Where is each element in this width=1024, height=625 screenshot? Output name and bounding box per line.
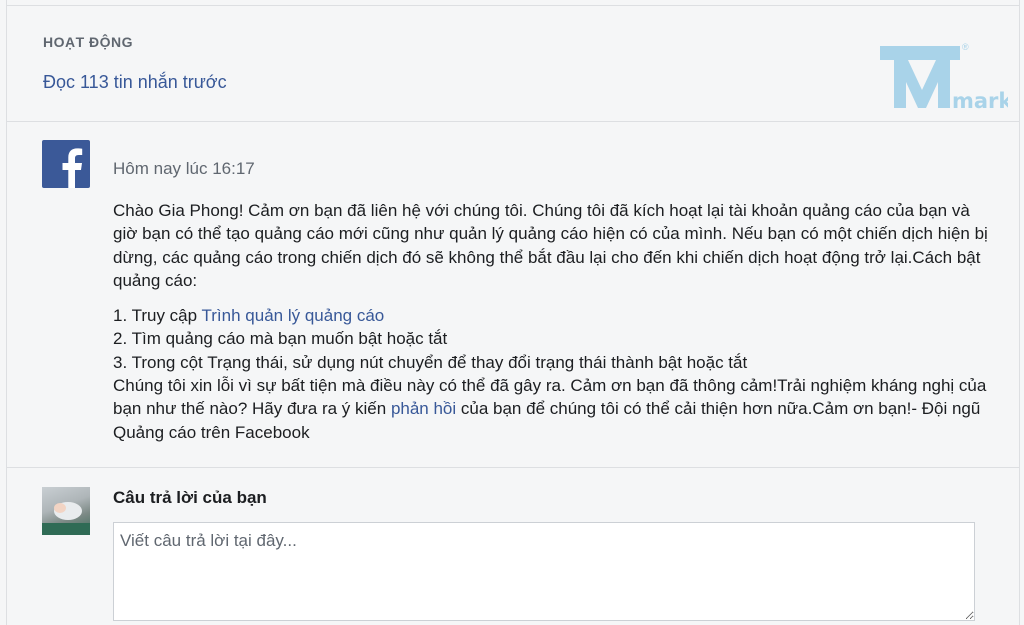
activity-section: HOẠT ĐỘNG Đọc 113 tin nhắn trước — [7, 6, 1019, 121]
reply-title: Câu trả lời của bạn — [113, 488, 267, 507]
activity-title: HOẠT ĐỘNG — [43, 34, 134, 50]
ads-manager-link[interactable]: Trình quản lý quảng cáo — [202, 306, 385, 325]
previous-messages-link[interactable]: Đọc 113 tin nhắn trước — [43, 72, 227, 93]
message-timestamp: Hôm nay lúc 16:17 — [113, 159, 255, 178]
step-1: 1. Truy cập Trình quản lý quảng cáo — [113, 304, 993, 327]
step-3: 3. Trong cột Trạng thái, sử dụng nút chu… — [113, 352, 748, 372]
feedback-link[interactable]: phản hồi — [391, 399, 456, 418]
reply-textarea[interactable] — [113, 522, 975, 621]
tmark-watermark-logo: ® mark — [878, 42, 1013, 114]
watermark-text: mark — [952, 89, 1008, 113]
right-border — [1019, 0, 1020, 625]
message-closing: Chúng tôi xin lỗi vì sự bất tiện mà điều… — [113, 374, 993, 444]
step-1-prefix: 1. Truy cập — [113, 306, 202, 326]
avatar — [42, 487, 90, 535]
tmark-logo-icon: ® mark — [880, 42, 1013, 113]
message-body: Chào Gia Phong! Cảm ơn bạn đã liên hệ vớ… — [113, 199, 993, 444]
message-item: Hôm nay lúc 16:17 Chào Gia Phong! Cảm ơn… — [7, 122, 1019, 467]
step-2: 2. Tìm quảng cáo mà bạn muốn bật hoặc tắ… — [113, 329, 448, 349]
facebook-icon — [42, 140, 90, 188]
reply-section: Câu trả lời của bạn — [7, 468, 1019, 625]
message-paragraph: Chào Gia Phong! Cảm ơn bạn đã liên hệ vớ… — [113, 201, 988, 290]
registered-mark: ® — [962, 42, 969, 52]
